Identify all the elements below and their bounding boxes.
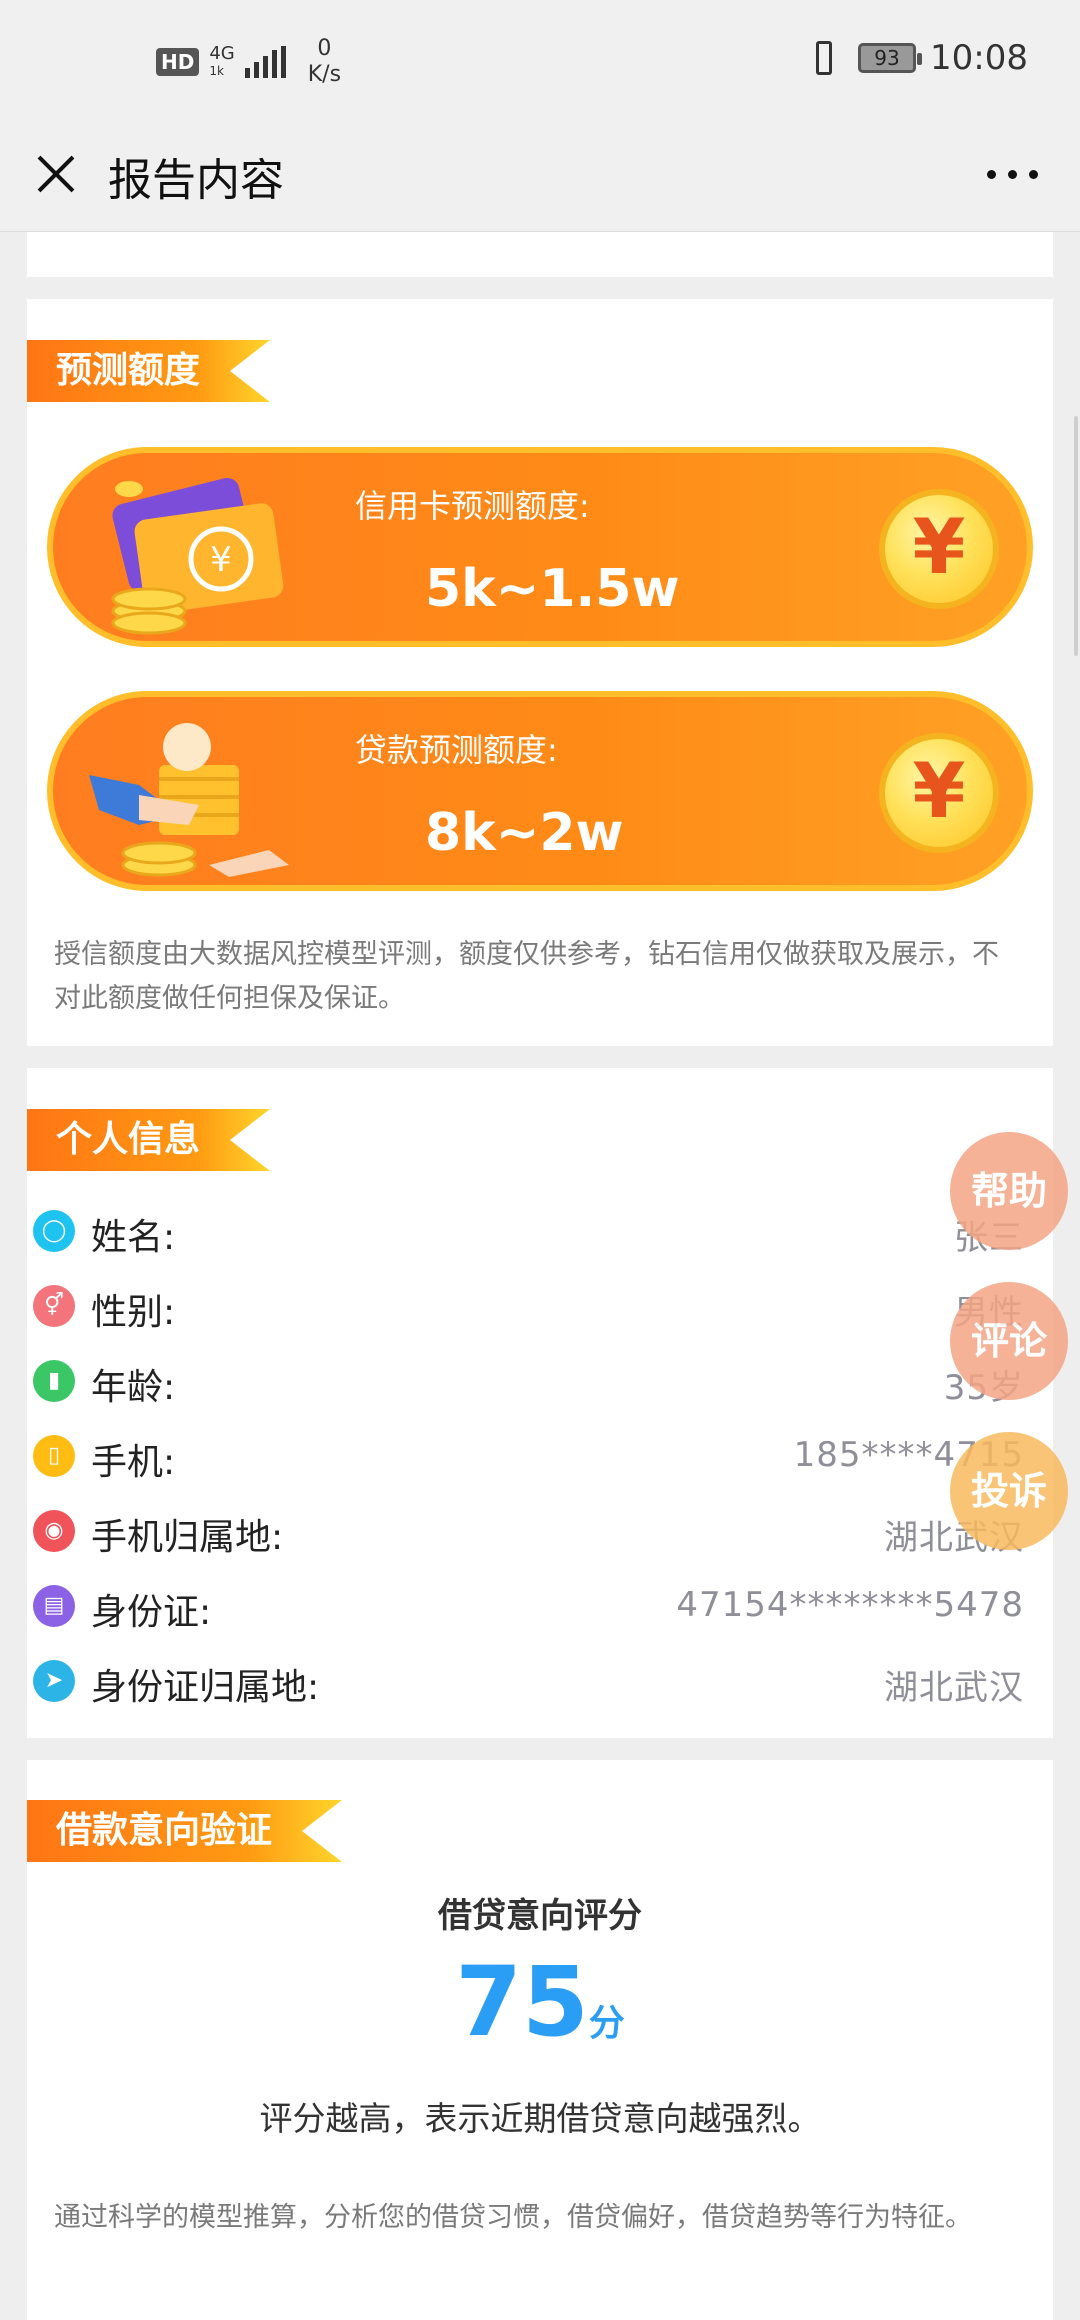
info-row-id-location: ➤ 身份证归属地: 湖北武汉 [27, 1644, 1053, 1718]
score-value: 75 [455, 1946, 589, 2058]
info-label: 身份证归属地: [91, 1667, 320, 1708]
svg-text:¥: ¥ [210, 540, 232, 580]
user-icon: ◯ [33, 1210, 75, 1252]
credit-card-illustration-icon: ¥ [111, 477, 284, 635]
score-unit: 分 [588, 2003, 625, 2044]
signal-icon [244, 46, 286, 78]
loan-limit-amount: 8k~2w [425, 803, 624, 863]
review-button[interactable]: 评论 [950, 1282, 1068, 1400]
previous-card-end [27, 232, 1053, 277]
credit-card-limit-label: 信用卡预测额度: [355, 487, 590, 525]
loan-intent-section: 借款意向验证 借贷意向评分 75分 评分越高，表示近期借贷意向越强烈。 通过科学… [27, 1760, 1053, 2320]
section-ribbon: 个人信息 [27, 1109, 270, 1171]
yuan-coin-icon: ¥ [879, 733, 999, 853]
info-row-gender: ⚥ 性别: 男性 [27, 1269, 1053, 1343]
info-row-phone: ▯ 手机: 185****4715 [27, 1419, 1053, 1493]
clock: 10:08 [930, 38, 1028, 78]
info-row-age: ▮ 年龄: 35岁 [27, 1344, 1053, 1418]
nav-bar: 报告内容 [0, 128, 1080, 232]
section-ribbon: 预测额度 [27, 340, 270, 402]
info-label: 性别: [91, 1292, 176, 1333]
location-phone-icon: ◉ [33, 1510, 75, 1552]
score-title: 借贷意向评分 [438, 1896, 642, 1936]
loan-limit-banner: 贷款预测额度: 8k~2w ¥ [47, 691, 1033, 891]
info-label: 手机归属地: [91, 1517, 284, 1558]
info-row-phone-location: ◉ 手机归属地: 湖北武汉 [27, 1494, 1053, 1568]
help-button[interactable]: 帮助 [950, 1132, 1068, 1250]
hd-badge: HD [156, 48, 200, 76]
age-chart-icon: ▮ [33, 1360, 75, 1402]
phone-icon: ▯ [33, 1435, 75, 1477]
gender-icon: ⚥ [33, 1285, 75, 1327]
credit-card-limit-amount: 5k~1.5w [425, 559, 680, 619]
scrollbar[interactable] [1074, 416, 1078, 656]
loan-intent-note: 通过科学的模型推算，分析您的借贷习惯，借贷偏好，借贷趋势等行为特征。 [54, 2202, 972, 2233]
info-label: 身份证: [91, 1592, 212, 1633]
credit-card-limit-banner: ¥ 信用卡预测额度: 5k~1.5w ¥ [47, 447, 1033, 647]
personal-info-section: 个人信息 ◯ 姓名: 张三 ⚥ 性别: 男性 ▮ 年龄: 35岁 ▯ 手机: 1… [27, 1068, 1053, 1738]
info-row-name: ◯ 姓名: 张三 [27, 1194, 1053, 1268]
vibrate-icon [804, 41, 844, 75]
info-label: 手机: [91, 1442, 176, 1483]
info-label: 年龄: [91, 1367, 176, 1408]
score-display: 75分 [27, 1946, 1053, 2058]
hand-coins-illustration-icon [89, 723, 289, 877]
network-speed: 0 K/s [307, 36, 342, 87]
info-row-id-card: ▤ 身份证: 47154********5478 [27, 1569, 1053, 1643]
info-label: 姓名: [91, 1217, 176, 1258]
location-pointer-icon: ➤ [33, 1660, 75, 1702]
status-bar: HD 4G 1k 0 K/s 93 10:08 [0, 0, 1080, 128]
loan-limit-label: 贷款预测额度: [355, 731, 558, 769]
score-description: 评分越高，表示近期借贷意向越强烈。 [259, 2099, 821, 2138]
page-title: 报告内容 [108, 155, 284, 206]
id-card-icon: ▤ [33, 1585, 75, 1627]
predict-section: 预测额度 ¥ 信用卡预测额度: 5k~1.5w ¥ 贷款预测额度: 8k~2w … [27, 299, 1053, 1046]
close-icon[interactable] [30, 148, 82, 200]
complain-button[interactable]: 投诉 [950, 1432, 1068, 1550]
info-value: 湖北武汉 [884, 1668, 1024, 1708]
limit-disclaimer: 授信额度由大数据风控模型评测，额度仅供参考，钻石信用仅做获取及展示，不对此额度做… [54, 939, 999, 1014]
more-options-icon[interactable] [987, 170, 1038, 179]
info-value: 47154********5478 [676, 1585, 1024, 1625]
network-type: 4G 1k [209, 42, 235, 78]
yuan-coin-icon: ¥ [879, 489, 999, 609]
battery-icon: 93 [858, 43, 923, 73]
section-ribbon: 借款意向验证 [27, 1800, 342, 1862]
